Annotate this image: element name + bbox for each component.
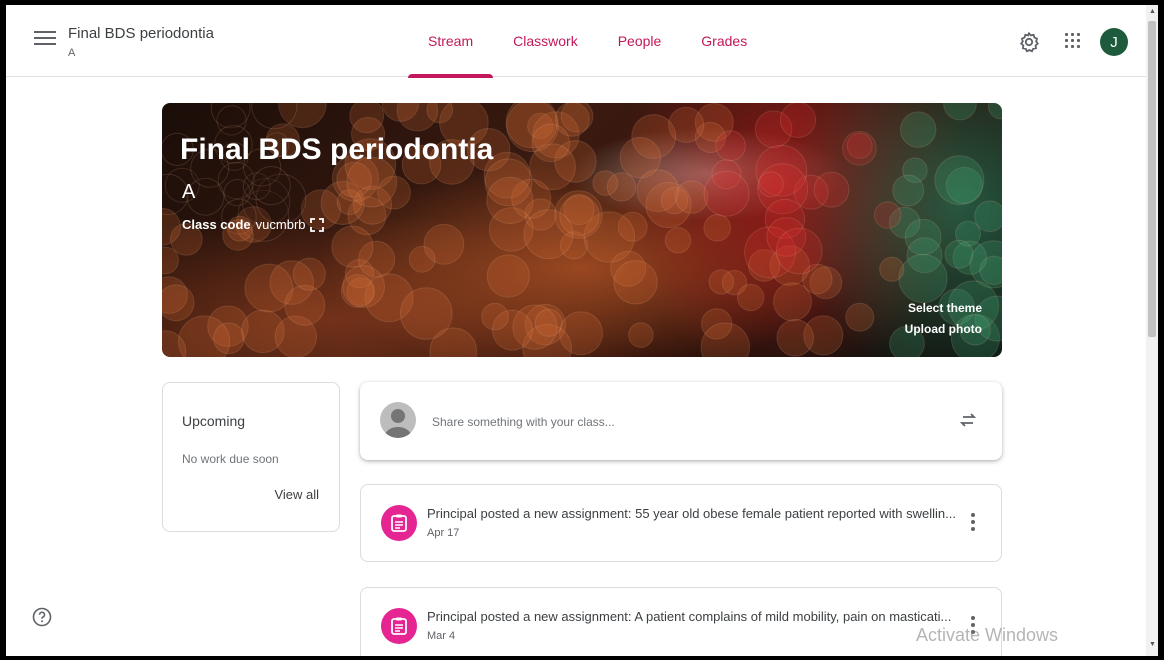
view-all-link[interactable]: View all [274, 487, 319, 502]
assignment-icon [381, 608, 417, 644]
tab-grades[interactable]: Grades [681, 5, 767, 77]
scroll-up-arrow-icon[interactable]: ▲ [1149, 8, 1156, 15]
post-title: Principal posted a new assignment: 55 ye… [427, 506, 956, 521]
activate-windows-watermark: Activate Windows [916, 625, 1059, 645]
scroll-thumb[interactable] [1148, 21, 1156, 337]
upload-photo-link[interactable]: Upload photo [905, 322, 982, 336]
post-date: Mar 4 [427, 630, 456, 642]
upcoming-card: Upcoming No work due soon View all [162, 382, 340, 532]
top-app-bar: Final BDS periodontia A Stream Classwork… [6, 5, 1146, 78]
upcoming-title: Upcoming [182, 413, 246, 429]
banner-title[interactable]: Final BDS periodontia [180, 133, 493, 167]
banner-section: A [182, 181, 196, 203]
class-code-value: vucmbrb [255, 217, 306, 232]
post-date: Apr 17 [427, 527, 460, 539]
assignment-icon [381, 505, 417, 541]
repost-icon[interactable] [958, 410, 978, 430]
class-title[interactable]: Final BDS periodontia [68, 25, 214, 42]
share-box[interactable]: Share something with your class... [360, 382, 1002, 460]
gear-icon[interactable] [1018, 31, 1040, 53]
select-theme-link[interactable]: Select theme [908, 301, 982, 315]
stream-post[interactable]: Principal posted a new assignment: A pat… [360, 587, 1002, 656]
class-code: Class code vucmbrb [182, 217, 324, 232]
stream-post[interactable]: Principal posted a new assignment: 55 ye… [360, 484, 1002, 562]
scroll-down-arrow-icon[interactable]: ▼ [1149, 641, 1156, 648]
apps-grid-icon[interactable] [1064, 32, 1082, 50]
user-avatar [380, 402, 416, 438]
class-code-label: Class code [182, 217, 251, 232]
account-avatar[interactable]: J [1100, 28, 1128, 56]
help-icon[interactable] [32, 607, 52, 627]
tab-people[interactable]: People [598, 5, 682, 77]
fullscreen-icon[interactable] [309, 217, 324, 232]
post-title: Principal posted a new assignment: A pat… [427, 609, 952, 624]
class-banner: Final BDS periodontia A Class code vucmb… [162, 103, 1002, 357]
more-vert-icon[interactable] [971, 513, 975, 531]
tab-bar: Stream Classwork People Grades [408, 5, 767, 78]
menu-icon[interactable] [34, 31, 56, 49]
share-input[interactable]: Share something with your class... [432, 415, 615, 429]
vertical-scrollbar[interactable]: ▲ ▼ [1146, 5, 1158, 656]
tab-classwork[interactable]: Classwork [493, 5, 598, 77]
classroom-window: Final BDS periodontia A Stream Classwork… [6, 5, 1158, 656]
upcoming-empty-text: No work due soon [182, 452, 279, 466]
class-section: A [68, 47, 76, 59]
tab-stream[interactable]: Stream [408, 5, 494, 78]
